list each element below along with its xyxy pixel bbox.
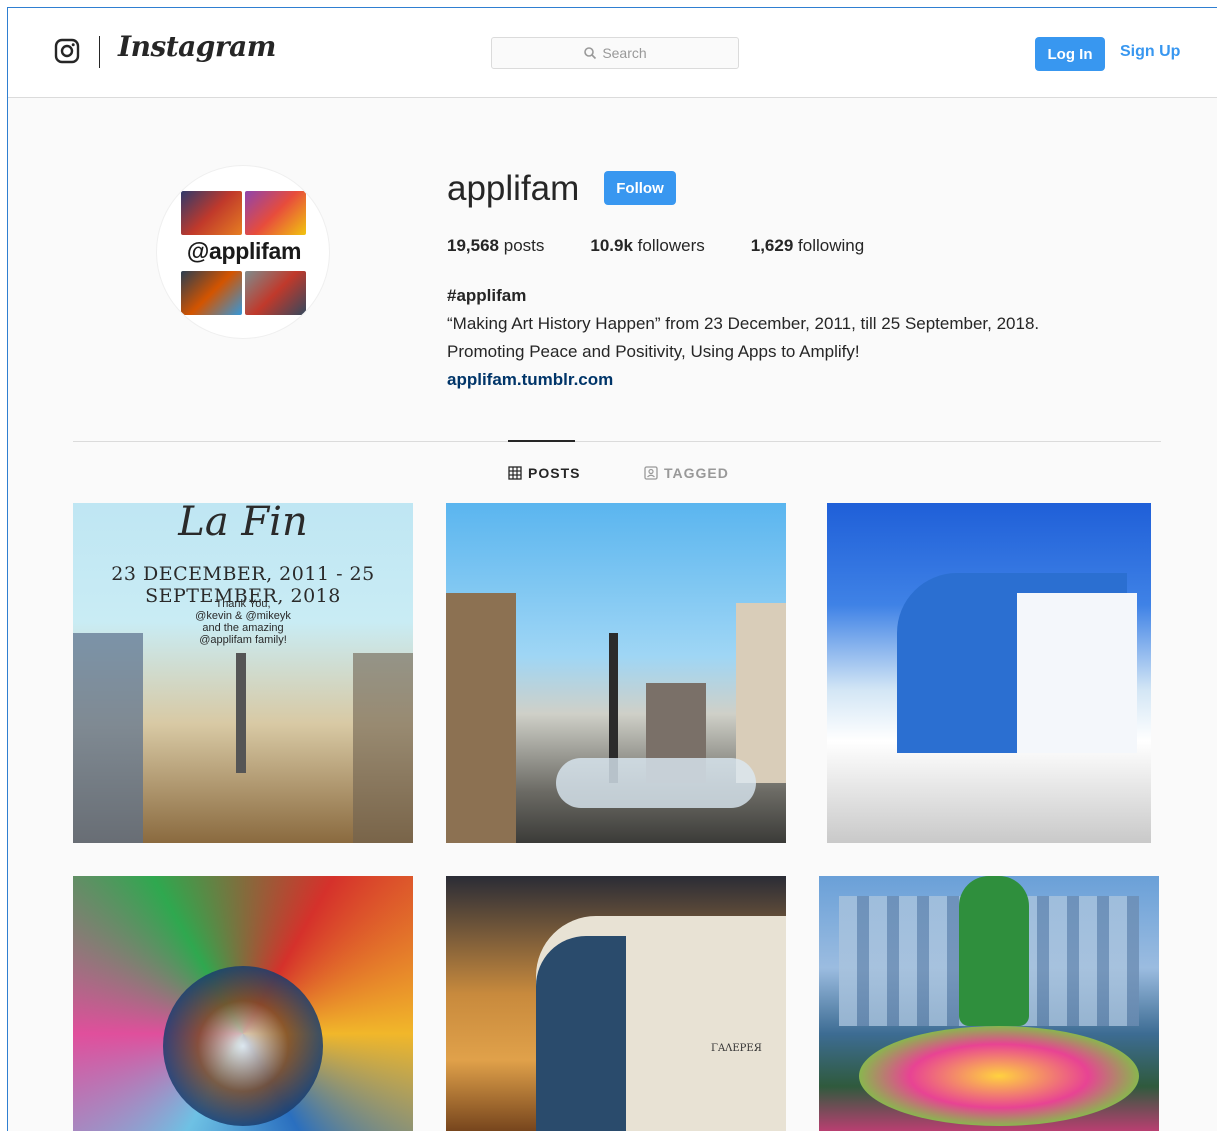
avatar-handle-text: @applifam — [186, 238, 302, 264]
search-input[interactable]: Search — [491, 37, 739, 69]
signup-link[interactable]: Sign Up — [1120, 43, 1180, 61]
post-thanks-line: @applifam family! — [199, 634, 287, 646]
post-thanks-text: Thank You, @kevin & @mikeyk and the amaz… — [73, 598, 413, 646]
profile-bio: #applifam “Making Art History Happen” fr… — [447, 282, 1039, 394]
post-thumbnail[interactable]: ΓΑΛΕΡΕЯ — [446, 876, 786, 1131]
followers-label: followers — [637, 236, 705, 255]
tagged-icon — [644, 466, 658, 480]
bio-line: “Making Art History Happen” from 23 Dece… — [447, 314, 1040, 333]
avatar-thumbnail — [181, 191, 242, 235]
building-shape — [353, 653, 413, 843]
avatar-thumbnail — [181, 271, 242, 315]
post-thanks-line: @kevin & @mikeyk — [195, 610, 291, 622]
bio-line: Promoting Peace and Positivity, Using Ap… — [447, 342, 860, 361]
tab-posts[interactable]: POSTS — [508, 465, 580, 481]
post-thanks-line: Thank You, — [215, 598, 271, 610]
post-thanks-line: and the amazing — [202, 622, 284, 634]
profile-avatar[interactable]: @applifam — [156, 165, 330, 339]
following-label: following — [798, 236, 865, 255]
post-thumbnail[interactable]: La Fin 23 DECEMBER, 2011 - 25 SEPTEMBER,… — [73, 503, 413, 843]
skylight-shape — [163, 966, 323, 1126]
avatar-thumbnail — [245, 191, 306, 235]
tower-shape — [236, 653, 246, 773]
building-shape — [736, 603, 786, 783]
tabs-divider — [73, 441, 1161, 442]
bio-name: #applifam — [447, 286, 527, 305]
search-placeholder: Search — [602, 45, 647, 61]
profile-stats: 19,568 posts 10.9k followers 1,629 follo… — [447, 236, 910, 256]
search-icon — [584, 47, 597, 60]
following-stat[interactable]: 1,629 following — [751, 236, 864, 256]
top-navigation-bar: Instagram Search Log In Sign Up — [8, 8, 1217, 98]
active-tab-indicator — [508, 440, 575, 442]
flower-bed-shape — [859, 1026, 1139, 1126]
post-thumbnail[interactable] — [819, 876, 1159, 1131]
post-thumbnail[interactable] — [827, 503, 1151, 843]
avatar-thumbnail — [245, 271, 306, 315]
store-sign: ΓΑΛΕΡΕЯ — [711, 1043, 762, 1054]
logo-divider — [99, 36, 100, 68]
browser-viewport: Instagram Search Log In Sign Up @applifa… — [7, 7, 1217, 1131]
statue-shape — [959, 876, 1029, 1026]
profile-username: applifam — [447, 169, 580, 208]
grid-icon — [508, 466, 522, 480]
follow-button[interactable]: Follow — [604, 171, 676, 205]
tab-tagged-label: TAGGED — [664, 465, 729, 481]
following-count: 1,629 — [750, 236, 794, 255]
fountain-shape — [556, 758, 756, 808]
tab-posts-label: POSTS — [528, 465, 581, 481]
login-button[interactable]: Log In — [1035, 37, 1105, 71]
posts-label: posts — [503, 236, 545, 255]
post-thumbnail[interactable] — [73, 876, 413, 1131]
followers-count: 10.9k — [590, 236, 633, 255]
post-title-text: La Fin — [178, 503, 308, 545]
tab-tagged[interactable]: TAGGED — [644, 465, 729, 481]
instagram-camera-icon[interactable] — [54, 38, 80, 64]
posts-count: 19,568 — [447, 236, 499, 255]
post-thumbnail[interactable] — [446, 503, 786, 843]
building-shape — [536, 936, 626, 1131]
building-shape — [1017, 593, 1137, 753]
building-shape — [446, 593, 516, 843]
instagram-wordmark[interactable]: Instagram — [118, 30, 276, 63]
posts-stat: 19,568 posts — [447, 236, 544, 256]
building-shape — [73, 633, 143, 843]
bio-website-link[interactable]: applifam.tumblr.com — [447, 366, 1039, 394]
followers-stat[interactable]: 10.9k followers — [590, 236, 704, 256]
